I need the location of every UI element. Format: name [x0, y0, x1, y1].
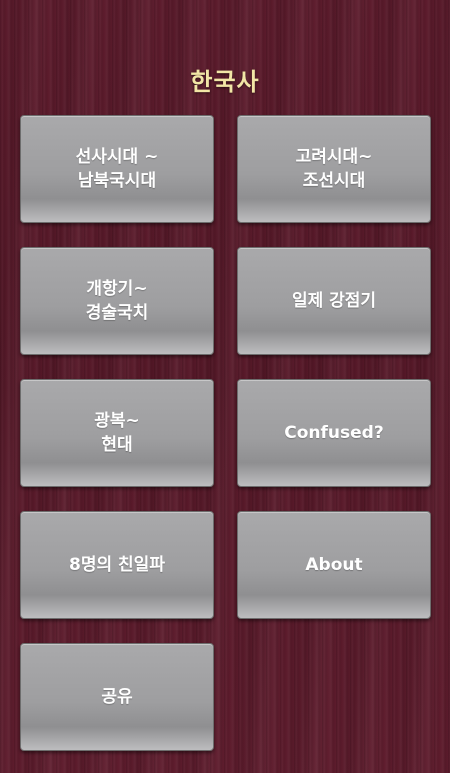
menu-button-label: 개항기~ 경술국치	[85, 279, 149, 323]
menu-button-label: 일제 강점기	[291, 291, 377, 311]
menu-button-label: About	[305, 555, 363, 575]
menu-button-share[interactable]: 공유	[20, 643, 214, 751]
menu-button-label: 광복~ 현대	[94, 411, 140, 455]
menu-button-label: 선사시대 ~ 남북국시대	[75, 147, 159, 191]
menu-button-liberation-to-modern[interactable]: 광복~ 현대	[20, 379, 214, 487]
app-screen: 한국사 선사시대 ~ 남북국시대 고려시대~ 조선시대 개항기~ 경술국치 일제…	[0, 0, 450, 773]
menu-button-opening-to-annexation[interactable]: 개항기~ 경술국치	[20, 247, 214, 355]
menu-button-label: Confused?	[284, 423, 384, 443]
menu-button-confused[interactable]: Confused?	[237, 379, 431, 487]
menu-button-colonial-period[interactable]: 일제 강점기	[237, 247, 431, 355]
menu-button-goryeo-to-joseon[interactable]: 고려시대~ 조선시대	[237, 115, 431, 223]
menu-button-label: 공유	[101, 687, 133, 707]
menu-button-label: 8명의 친일파	[69, 555, 165, 575]
menu-button-label: 고려시대~ 조선시대	[295, 147, 373, 191]
menu-button-about[interactable]: About	[237, 511, 431, 619]
menu-button-eight-collaborators[interactable]: 8명의 친일파	[20, 511, 214, 619]
page-title: 한국사	[190, 68, 260, 96]
menu-button-prehistoric-to-north-south-states[interactable]: 선사시대 ~ 남북국시대	[20, 115, 214, 223]
